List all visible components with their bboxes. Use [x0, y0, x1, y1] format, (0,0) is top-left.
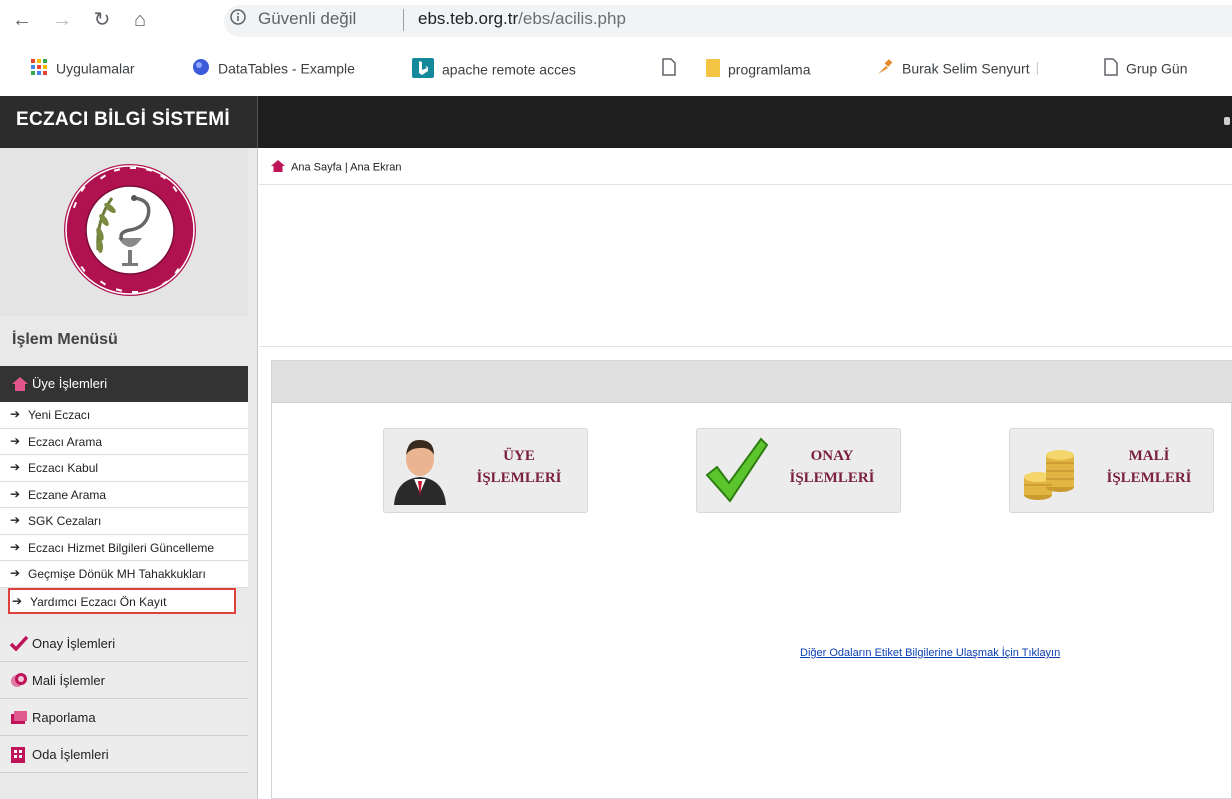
url-text[interactable]: ebs.teb.org.tr/ebs/acilis.php — [418, 9, 626, 29]
home-icon — [12, 377, 28, 396]
bing-icon — [412, 58, 434, 80]
report-icon — [10, 709, 28, 730]
sidebar-item-mali-islemler[interactable]: Mali İşlemler — [0, 662, 248, 699]
logo-area — [0, 148, 248, 316]
sidebar-subitem-sgk-cezalari[interactable]: ➔ SGK Cezaları — [0, 508, 248, 535]
bookmark-burak[interactable]: Burak Selim Senyurt | — [876, 58, 1076, 80]
url-host: ebs.teb.org.tr — [418, 9, 519, 28]
info-icon[interactable] — [230, 9, 246, 30]
sidebar-item-uye-islemleri[interactable]: Üye İşlemleri — [0, 366, 248, 402]
forward-icon[interactable]: → — [48, 6, 76, 34]
arrow-right-icon: ➔ — [10, 407, 21, 421]
arrow-right-icon: ➔ — [10, 513, 21, 527]
sidebar-item-onay-islemleri[interactable]: Onay İşlemleri — [0, 625, 248, 662]
tile-label: ÜYE İŞLEMLERİ — [476, 448, 562, 486]
address-bar[interactable] — [224, 5, 1232, 37]
tile-onay-islemleri[interactable]: ONAY İŞLEMLERİ — [696, 428, 901, 513]
bookmark-apps[interactable]: Uygulamalar — [30, 58, 135, 80]
pin-icon — [876, 58, 894, 79]
breadcrumb[interactable]: Ana Sayfa | Ana Ekran — [271, 160, 401, 175]
app-brand[interactable]: ECZACI BİLGİ SİSTEMİ — [0, 96, 258, 148]
arrow-right-icon: ➔ — [10, 486, 21, 501]
address-divider — [403, 9, 404, 31]
bookmarks-bar: Uygulamalar DataTables - Example apache … — [0, 42, 1232, 96]
bookmark-blank[interactable] — [662, 58, 686, 80]
sidebar-subitem-hizmet-bilgileri[interactable]: ➔ Eczacı Hizmet Bilgileri Güncelleme — [0, 534, 248, 561]
check-icon — [9, 635, 29, 656]
reload-icon[interactable]: ↻ — [88, 6, 116, 34]
sidebar-item-raporlama[interactable]: Raporlama — [0, 699, 248, 736]
bookmark-grup[interactable]: Grup Gün — [1104, 58, 1232, 80]
arrow-right-icon: ➔ — [12, 593, 23, 608]
other-chambers-link[interactable]: Diğer Odaların Etiket Bilgilerine Ulaşma… — [800, 647, 1060, 659]
apps-grid-icon — [30, 58, 48, 79]
dashboard-panel — [271, 360, 1232, 799]
content-divider — [259, 346, 1232, 347]
building-icon — [10, 746, 26, 769]
coins-icon — [1024, 450, 1074, 500]
tile-label: ONAY İŞLEMLERİ — [789, 448, 875, 486]
sidebar-subitem-yardimci-eczaci[interactable]: ➔ Yardımcı Eczacı Ön Kayıt — [8, 587, 236, 614]
bookmark-datatables[interactable]: DataTables - Example — [192, 58, 398, 80]
arrow-right-icon: ➔ — [10, 566, 21, 580]
sidebar-subitem-yeni-eczaci[interactable]: ➔ Yeni Eczacı — [0, 402, 248, 429]
user-menu-icon[interactable] — [1224, 117, 1230, 125]
panel-header — [272, 361, 1232, 403]
bookmark-apache[interactable]: apache remote acces — [412, 58, 634, 80]
sidebar-subitem-eczane-arama[interactable]: ➔ Eczane Arama — [0, 481, 248, 508]
arrow-right-icon: ➔ — [10, 460, 21, 474]
sidebar-subitem-eczaci-kabul[interactable]: ➔ Eczacı Kabul — [0, 455, 248, 482]
menu-title: İşlem Menüsü — [0, 316, 248, 366]
security-status: Güvenli değil — [258, 9, 357, 28]
brand-title: ECZACI BİLGİ SİSTEMİ — [16, 109, 230, 130]
folder-icon — [706, 58, 720, 80]
page-icon — [1104, 58, 1118, 79]
teb-logo — [64, 164, 196, 296]
arrow-right-icon: ➔ — [10, 539, 21, 554]
page-icon — [662, 58, 676, 79]
tile-label: MALİ İŞLEMLERİ — [1106, 448, 1192, 486]
breadcrumb-divider — [259, 184, 1232, 185]
user-icon — [394, 439, 446, 505]
sidebar-item-oda-islemleri[interactable]: Oda İşlemleri — [0, 736, 248, 773]
globe-icon — [192, 58, 210, 79]
tile-mali-islemleri[interactable]: MALİ İŞLEMLERİ — [1009, 428, 1214, 513]
sidebar-subitem-mh-tahakkuklari[interactable]: ➔ Geçmişe Dönük MH Tahakkukları — [0, 561, 248, 588]
bookmark-programlama[interactable]: programlama — [706, 58, 856, 80]
arrow-right-icon: ➔ — [10, 433, 21, 448]
coins-icon — [10, 672, 28, 693]
url-path: /ebs/acilis.php — [518, 9, 626, 28]
home-icon — [271, 160, 285, 175]
tile-uye-islemleri[interactable]: ÜYE İŞLEMLERİ — [383, 428, 588, 513]
back-icon[interactable]: ← — [8, 6, 36, 34]
home-icon[interactable]: ⌂ — [126, 6, 154, 34]
submenu-list: ➔ Yeni Eczacı ➔ Eczacı Arama ➔ Eczacı Kabul… — [0, 402, 248, 614]
checkmark-icon — [705, 437, 769, 503]
sidebar-subitem-eczaci-arama[interactable]: ➔ Eczacı Arama — [0, 428, 248, 455]
